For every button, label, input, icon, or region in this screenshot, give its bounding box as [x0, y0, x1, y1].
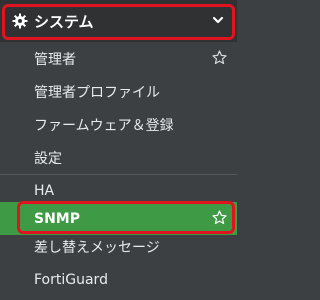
menu-item-admin-profiles[interactable]: 管理者プロファイル: [0, 75, 237, 108]
menu-item-admin[interactable]: 管理者: [0, 42, 237, 75]
gear-icon: [12, 13, 28, 29]
menu-item-label: 差し替えメッセージ: [34, 239, 160, 256]
system-section-label: システム: [34, 12, 94, 31]
menu-item-label: FortiGuard: [34, 271, 108, 288]
menu-item-fortiguard[interactable]: FortiGuard: [0, 263, 237, 296]
menu-item-label: 設定: [34, 150, 62, 167]
menu-item-label: HA: [34, 182, 55, 199]
system-section-header[interactable]: システム: [0, 0, 237, 42]
star-outline-icon[interactable]: [212, 50, 227, 65]
menu-item-settings[interactable]: 設定: [0, 141, 237, 174]
menu-item-replacement-messages[interactable]: 差し替えメッセージ: [0, 230, 237, 263]
menu-item-label: SNMP: [34, 210, 80, 227]
star-outline-icon[interactable]: [212, 210, 227, 225]
menu-item-label: ファームウェア＆登録: [34, 117, 174, 134]
menu-item-label: 管理者: [34, 51, 76, 68]
chevron-down-icon[interactable]: [211, 13, 225, 27]
menu-item-firmware-registration[interactable]: ファームウェア＆登録: [0, 108, 237, 141]
menu-item-label: 管理者プロファイル: [34, 84, 160, 101]
system-menu: システム 管理者 管理者プロファイル ファームウェア＆登録 設定 HA SNMP: [0, 0, 237, 300]
